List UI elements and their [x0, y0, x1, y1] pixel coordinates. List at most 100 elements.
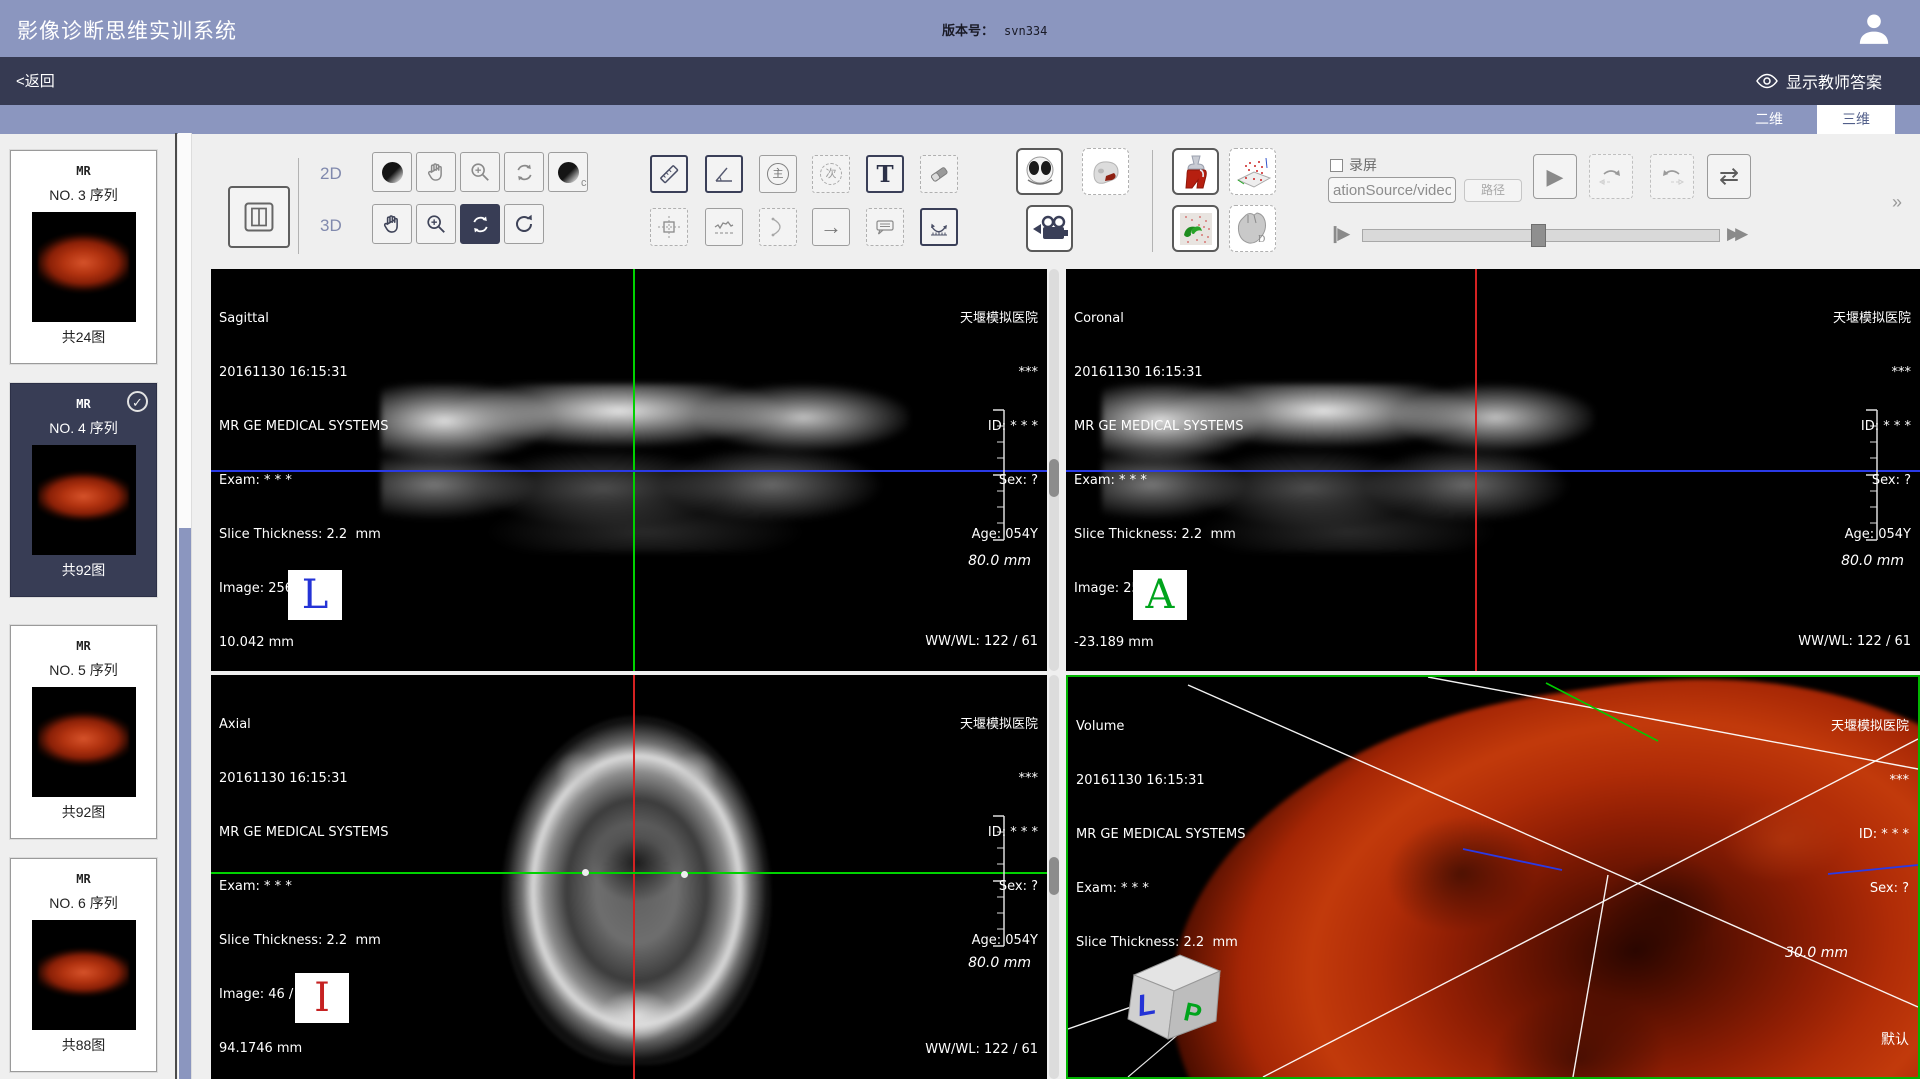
contrast-reset-icon: c [558, 162, 579, 183]
back-button[interactable]: <返回 [16, 70, 55, 91]
viewport-gap-scrollbar-thumb[interactable] [1049, 459, 1059, 497]
spline-curve-icon [766, 215, 790, 239]
video-path-input[interactable] [1328, 177, 1456, 203]
orientation-letter-L: L [288, 570, 342, 620]
meta-line: Age: 054Y [960, 526, 1038, 544]
tab-2d[interactable]: 二维 [1730, 105, 1808, 134]
meta-line: *** [1833, 364, 1911, 382]
play-button[interactable]: ▶ [1533, 154, 1577, 199]
reset-view-button[interactable] [504, 204, 544, 244]
series-card-4-selected[interactable]: ✓ MR NO. 4 序列 共92图 [10, 383, 157, 597]
collapse-toolbar-chevron[interactable]: » [1892, 192, 1902, 213]
meta-line: 20161130 16:15:31 [219, 770, 389, 788]
meta-line: ID: * * * [1833, 418, 1911, 436]
primary-marker-button[interactable]: 主 [759, 155, 797, 193]
zoom-in-icon [425, 213, 447, 235]
meta-line: MR GE MEDICAL SYSTEMS [219, 418, 389, 436]
rotate-3d-button-active[interactable] [460, 204, 500, 244]
timeline-slider-thumb[interactable] [1531, 224, 1546, 247]
app-title: 影像诊断思维实训系统 [17, 15, 237, 45]
meta-line: 天堰模拟医院 [1831, 718, 1909, 736]
comment-annotation-button[interactable] [866, 208, 904, 246]
series-image-count: 共92图 [11, 802, 156, 822]
curve-measure-button[interactable] [920, 208, 958, 246]
meta-line: Sex: ? [960, 878, 1038, 896]
show-teacher-answer-button[interactable]: 显示教师答案 [1756, 69, 1882, 93]
joint-preset-button[interactable] [1172, 148, 1219, 195]
eraser-icon [927, 162, 951, 186]
pan-2d-button[interactable] [416, 152, 456, 192]
roi-box-button[interactable] [650, 208, 688, 246]
sidebar-scrollbar-thumb[interactable] [179, 528, 191, 1079]
profile-curve-button[interactable] [705, 208, 743, 246]
series-card-3[interactable]: MR NO. 3 序列 共24图 [10, 150, 157, 364]
tab-3d[interactable]: 三维 [1817, 105, 1895, 134]
viewport-axial[interactable]: Axial 20161130 16:15:31 MR GE MEDICAL SY… [211, 675, 1047, 1079]
path-button[interactable]: 路径 [1464, 179, 1522, 202]
user-avatar-icon[interactable] [1854, 8, 1894, 48]
toolbar-separator [298, 158, 299, 254]
pan-3d-button[interactable] [372, 204, 412, 244]
rotate-2d-button[interactable] [504, 152, 544, 192]
viewport-coronal[interactable]: Coronal 20161130 16:15:31 MR GE MEDICAL … [1066, 269, 1920, 671]
series-card-6[interactable]: MR NO. 6 序列 共88图 [10, 858, 157, 1072]
slab-3d-preset-button[interactable] [1229, 148, 1276, 195]
orientation-letter-A: A [1133, 570, 1187, 620]
text-annotation-button[interactable]: T [866, 155, 904, 193]
layout-split-icon [242, 200, 276, 234]
selected-check-icon: ✓ [127, 391, 148, 412]
viewport-gap-scrollbar-thumb[interactable] [1049, 857, 1059, 895]
arrow-annotation-button[interactable]: → [812, 208, 850, 246]
heart-preset-button[interactable]: D [1229, 205, 1276, 252]
viewport-sagittal[interactable]: Sagittal 20161130 16:15:31 MR GE MEDICAL… [211, 269, 1047, 671]
series-image-count: 共88图 [11, 1035, 156, 1055]
record-checkbox[interactable] [1330, 159, 1343, 172]
meta-line: 20161130 16:15:31 [1074, 364, 1244, 382]
crosshair-vertical-red[interactable] [633, 675, 635, 1079]
meta-line: Axial [219, 716, 389, 734]
meta-line: 10.042 mm [219, 634, 389, 652]
loop-back-button-disabled[interactable] [1650, 154, 1694, 199]
meta-line: Exam: * * * [219, 878, 389, 896]
zoom-in-icon [469, 161, 491, 183]
window-level-button[interactable] [372, 152, 412, 192]
zoom-3d-button[interactable] [416, 204, 456, 244]
seed-region-preset-button[interactable] [1172, 205, 1219, 252]
record-screen-control: 录屏 [1330, 155, 1377, 175]
loop-forward-button-disabled[interactable] [1589, 154, 1633, 199]
green-region-icon [1178, 211, 1214, 247]
export-video-button[interactable] [1026, 205, 1073, 252]
meta-line: -23.189 mm [1074, 634, 1244, 652]
meta-line: Age: 054Y [960, 932, 1038, 950]
spline-button[interactable] [759, 208, 797, 246]
volume-thumb-render [38, 709, 130, 771]
eraser-button[interactable] [920, 155, 958, 193]
scale-label: 80.0 mm [968, 955, 1031, 971]
version-info: 版本号：svn334 [942, 20, 1047, 39]
skip-start-icon[interactable]: ❙▶ [1328, 224, 1345, 244]
preset-label: 默认 [1881, 1029, 1909, 1049]
meta-line: Sagittal [219, 310, 389, 328]
secondary-marker-button[interactable]: 次 [812, 155, 850, 193]
layout-button[interactable] [228, 186, 290, 248]
meta-line: ID: * * * [960, 824, 1038, 842]
window-reset-button[interactable]: c [548, 152, 588, 192]
fast-forward-icon[interactable]: ▶▶ [1727, 224, 1743, 244]
scale-label: 30.0 mm [1785, 945, 1848, 961]
skull-3d-preset-button[interactable] [1082, 148, 1129, 195]
measure-angle-button[interactable] [705, 155, 743, 193]
callout-icon [873, 215, 897, 239]
zoom-2d-button[interactable] [460, 152, 500, 192]
hand-icon [425, 161, 447, 183]
series-card-5[interactable]: MR NO. 5 序列 共92图 [10, 625, 157, 839]
swap-direction-button[interactable]: ⇄ [1707, 154, 1751, 199]
meta-line: Exam: * * * [1076, 880, 1246, 898]
series-modality: MR [11, 859, 156, 886]
viewport-volume-active[interactable]: Volume 20161130 16:15:31 MR GE MEDICAL S… [1066, 675, 1920, 1079]
measure-length-button[interactable] [650, 155, 688, 193]
wwwl-label: WW/WL: 122 / 61 [1798, 634, 1911, 649]
series-image-count: 共24图 [11, 327, 156, 347]
meta-line: *** [1831, 772, 1909, 790]
ct-slice-preset-button[interactable] [1016, 148, 1063, 195]
skull-3d-icon [1088, 154, 1124, 190]
